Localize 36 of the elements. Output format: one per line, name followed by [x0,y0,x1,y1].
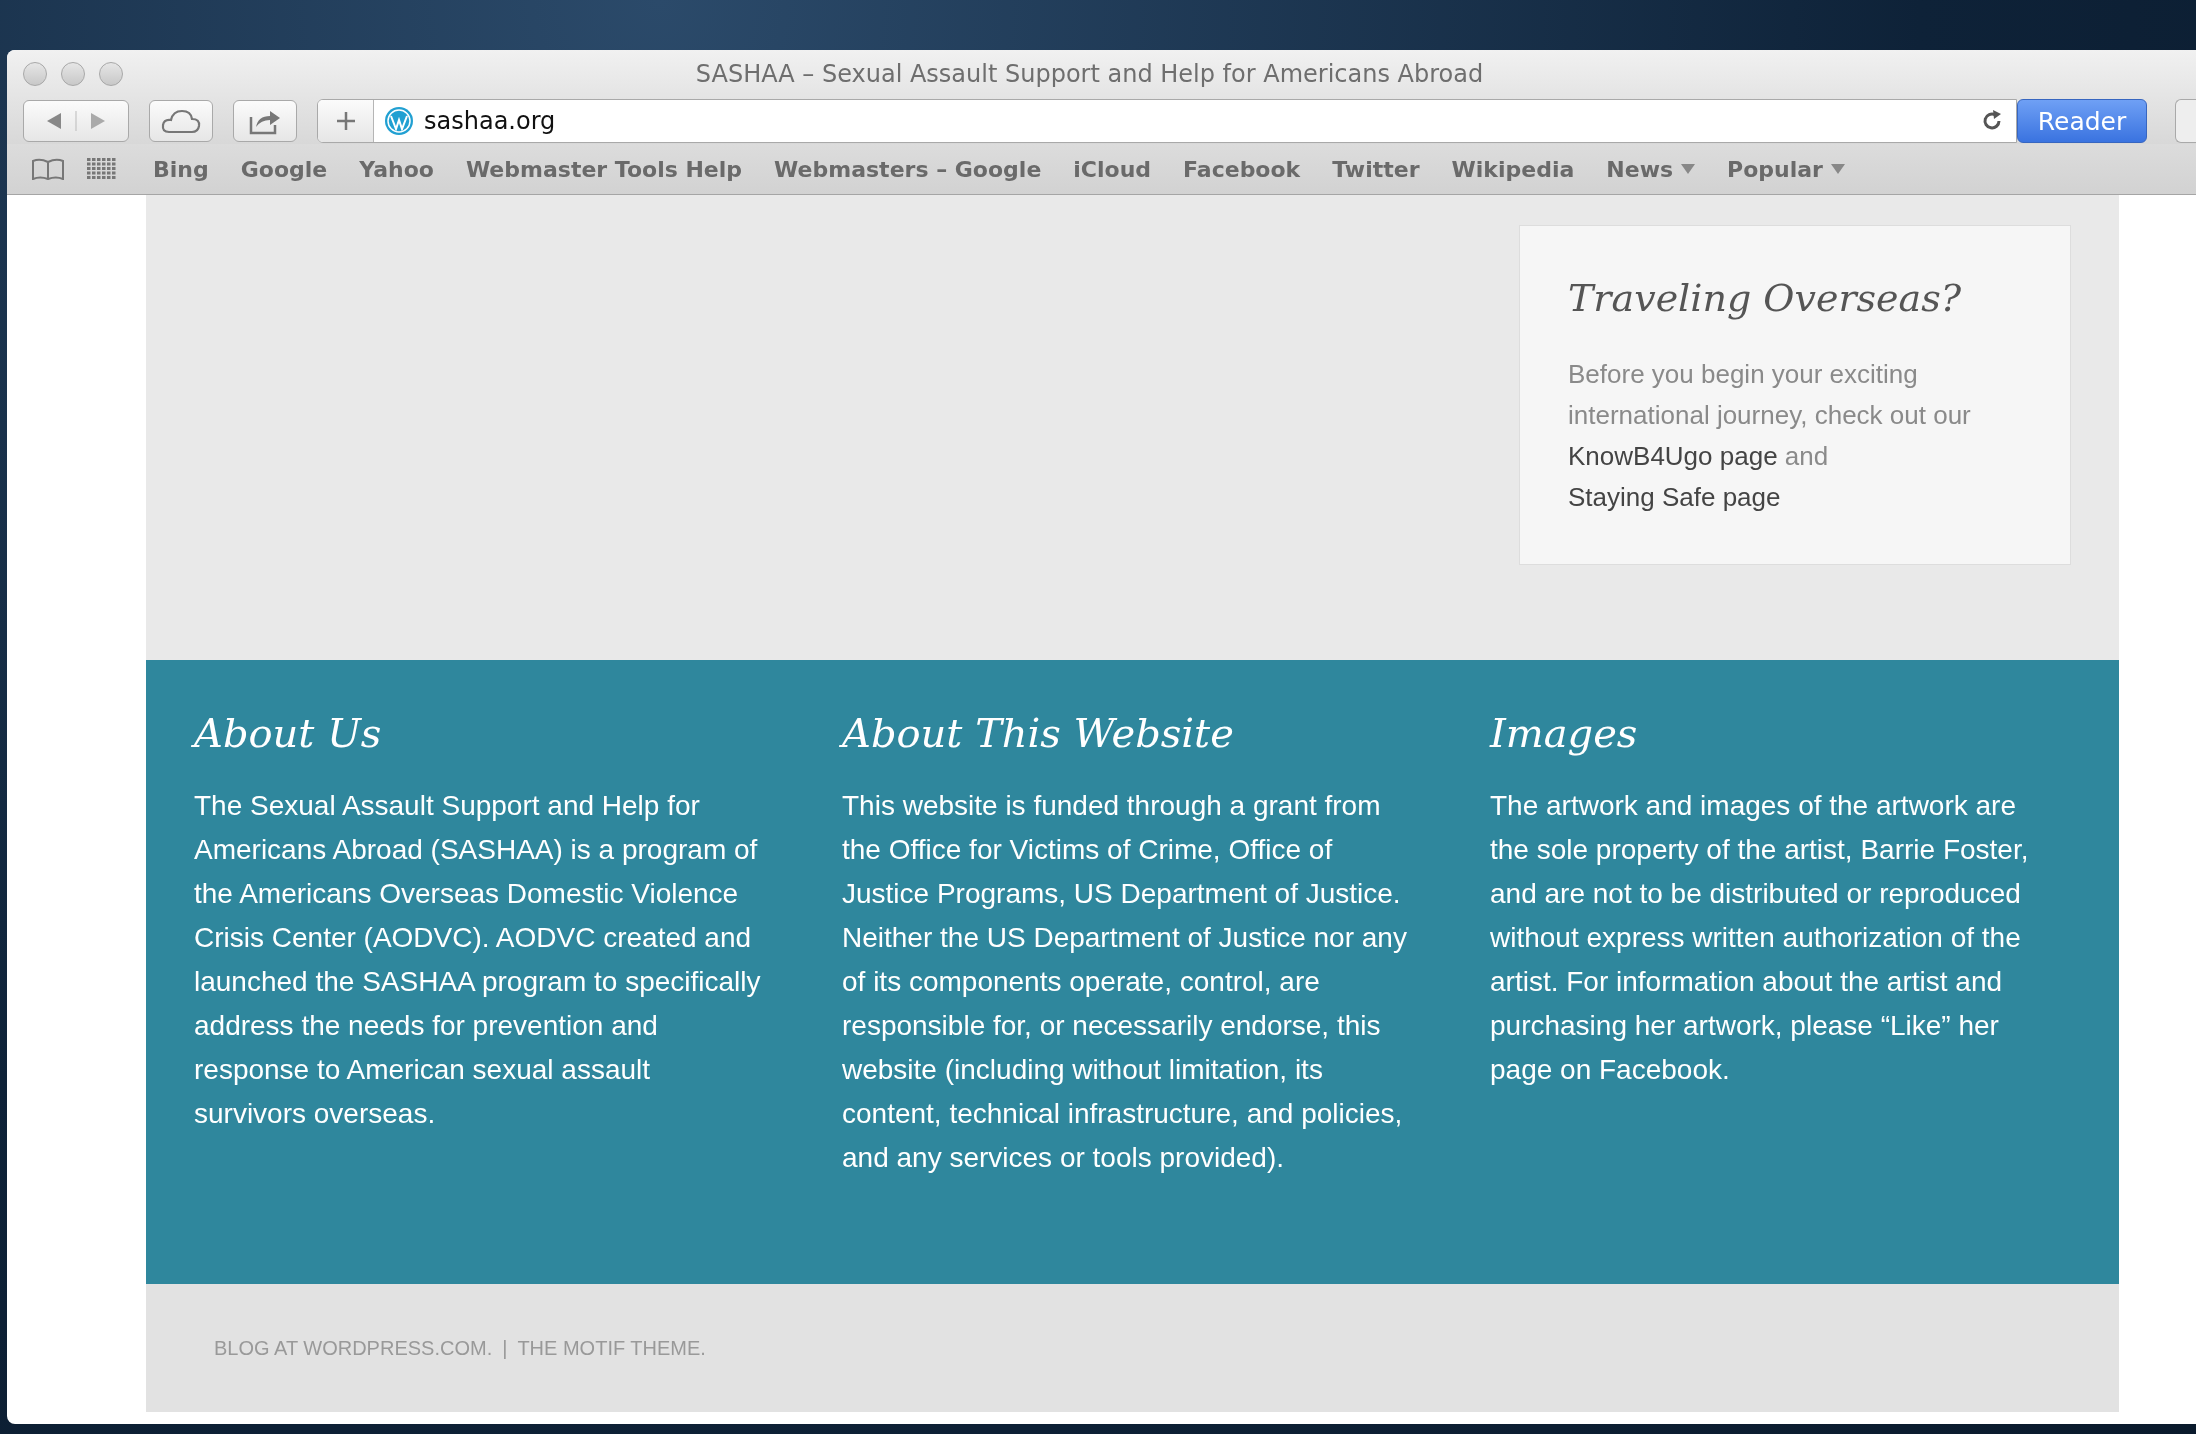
bookmark-link[interactable]: Facebook [1183,156,1301,182]
bookmark-link[interactable]: Webmasters – Google [774,156,1042,182]
window-control-button[interactable] [23,62,47,86]
widget-link[interactable]: KnowB4Ugo page [1568,441,1778,471]
window-title: SASHAA – Sexual Assault Support and Help for Americans Abroad [694,60,1485,88]
bookmark-menu[interactable]: News [1606,156,1696,182]
toolbar-button[interactable] [2175,99,2196,143]
window-control-button[interactable] [99,62,123,86]
grid-icon[interactable] [87,158,117,180]
column-title: Images [1490,710,1639,756]
book-icon[interactable] [31,158,65,180]
bookmark-link[interactable]: iCloud [1073,156,1152,182]
bookmark-link[interactable]: Bing [153,156,209,182]
bookmark-link[interactable]: Wikipedia [1451,156,1575,182]
share-button[interactable] [233,100,297,142]
bookmark-menu[interactable]: Popular [1727,156,1845,182]
bookmark-link[interactable]: Yahoo [359,156,434,182]
cloud-button[interactable] [149,100,213,142]
cloud-icon [161,108,201,134]
column-text: The artwork and images of the artwork are the sole property of the artist, Barrie Foster, and are not to be distributed or reproduced without express written authorization of the artist. For information about the artist and purchasing her artwork, please “Like” her page on Facebook. [1490,789,2030,1087]
caret-icon [1830,164,1845,174]
widget-link[interactable]: Staying Safe page [1568,482,1781,512]
bookmark-link[interactable]: Google [240,156,328,182]
window-control-button[interactable] [61,62,85,86]
separator: | [502,1336,508,1360]
column-text: This website is funded through a grant from the Office for Victims of Crime, Office of Justice Programs, US Department of Justice. Neither the US Department of Justice nor any of its components operate, control, are responsible for, or necessarily endorse, this website (including without limitation, its content, technical infrastructure, and policies, and any services or tools provided). [842,789,1408,1175]
credit-link[interactable]: THE MOTIF THEME. [517,1336,706,1360]
caret-icon [1681,164,1696,174]
bookmark-link[interactable]: Webmaster Tools Help [465,156,743,182]
widget-text: Before you begin your exciting international journey, check out our KnowB4Ugo page and Staying Safe page [1568,358,1972,514]
column-text: The Sexual Assault Support and Help for Americans Abroad (SASHAA) is a program of the Americans Overseas Domestic Violence Crisis Center (AODVC). AODVC created and launched the SASHAA program to specifically address the needs for prevention and response to American sexual assault survivors overseas. [194,789,762,1131]
widget-title: Traveling Overseas? [1568,276,1963,320]
reader-button[interactable]: Reader [2017,99,2147,143]
credit-link[interactable]: BLOG AT WORDPRESS.COM. [214,1336,493,1360]
bookmark-link[interactable]: Twitter [1332,156,1420,182]
back-forward-button[interactable] [23,100,129,142]
